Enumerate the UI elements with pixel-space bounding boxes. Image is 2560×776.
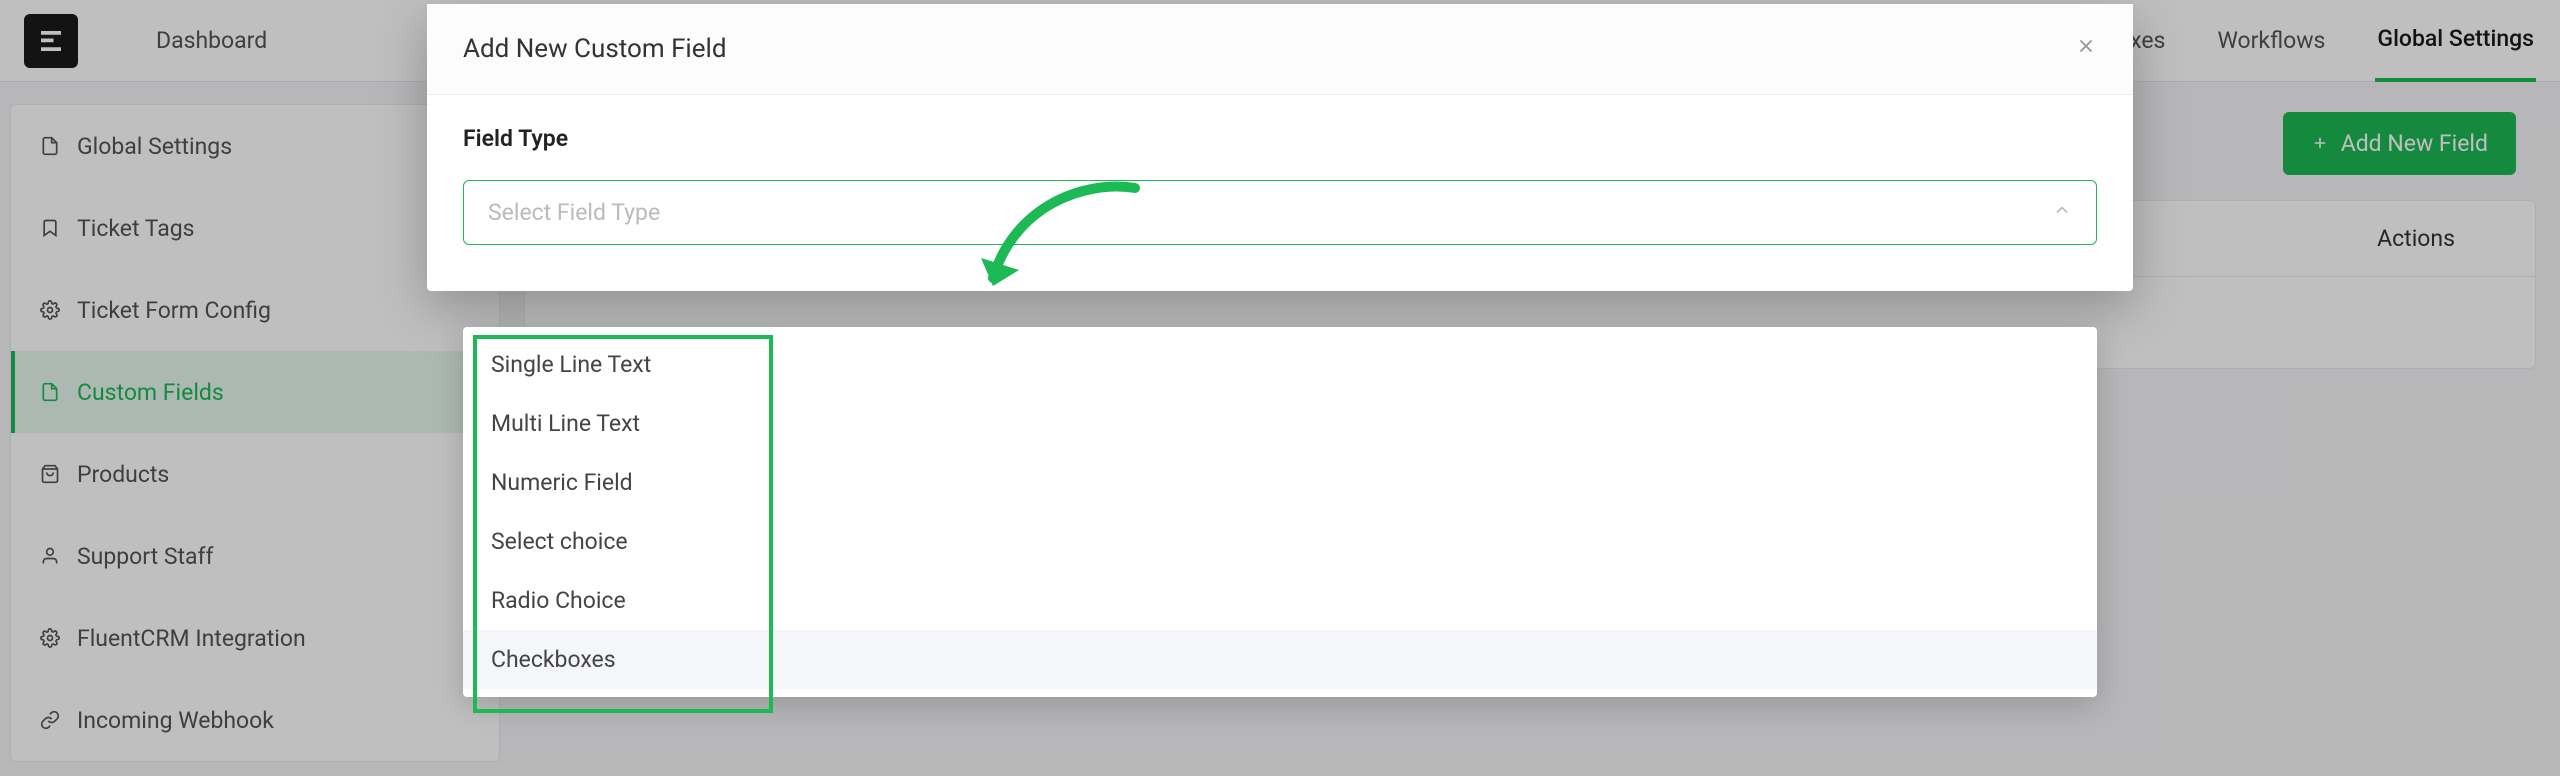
option-radio-choice[interactable]: Radio Choice (463, 571, 2097, 630)
chevron-up-icon (2052, 199, 2072, 226)
modal-title: Add New Custom Field (463, 34, 727, 64)
option-numeric-field[interactable]: Numeric Field (463, 453, 2097, 512)
modal-overlay[interactable]: Add New Custom Field Field Type Select F… (0, 0, 2560, 776)
modal-add-custom-field: Add New Custom Field Field Type Select F… (427, 4, 2133, 291)
modal-close-button[interactable] (2075, 35, 2097, 63)
option-checkboxes[interactable]: Checkboxes (463, 630, 2097, 689)
option-single-line-text[interactable]: Single Line Text (463, 335, 2097, 394)
field-type-select[interactable]: Select Field Type (463, 180, 2097, 245)
close-icon (2075, 35, 2097, 57)
field-type-placeholder: Select Field Type (488, 199, 660, 226)
option-multi-line-text[interactable]: Multi Line Text (463, 394, 2097, 453)
option-select-choice[interactable]: Select choice (463, 512, 2097, 571)
field-type-dropdown: Single Line Text Multi Line Text Numeric… (463, 327, 2097, 697)
modal-body: Field Type Select Field Type Single Line… (427, 95, 2133, 291)
field-type-label: Field Type (463, 125, 2097, 152)
modal-header: Add New Custom Field (427, 4, 2133, 95)
